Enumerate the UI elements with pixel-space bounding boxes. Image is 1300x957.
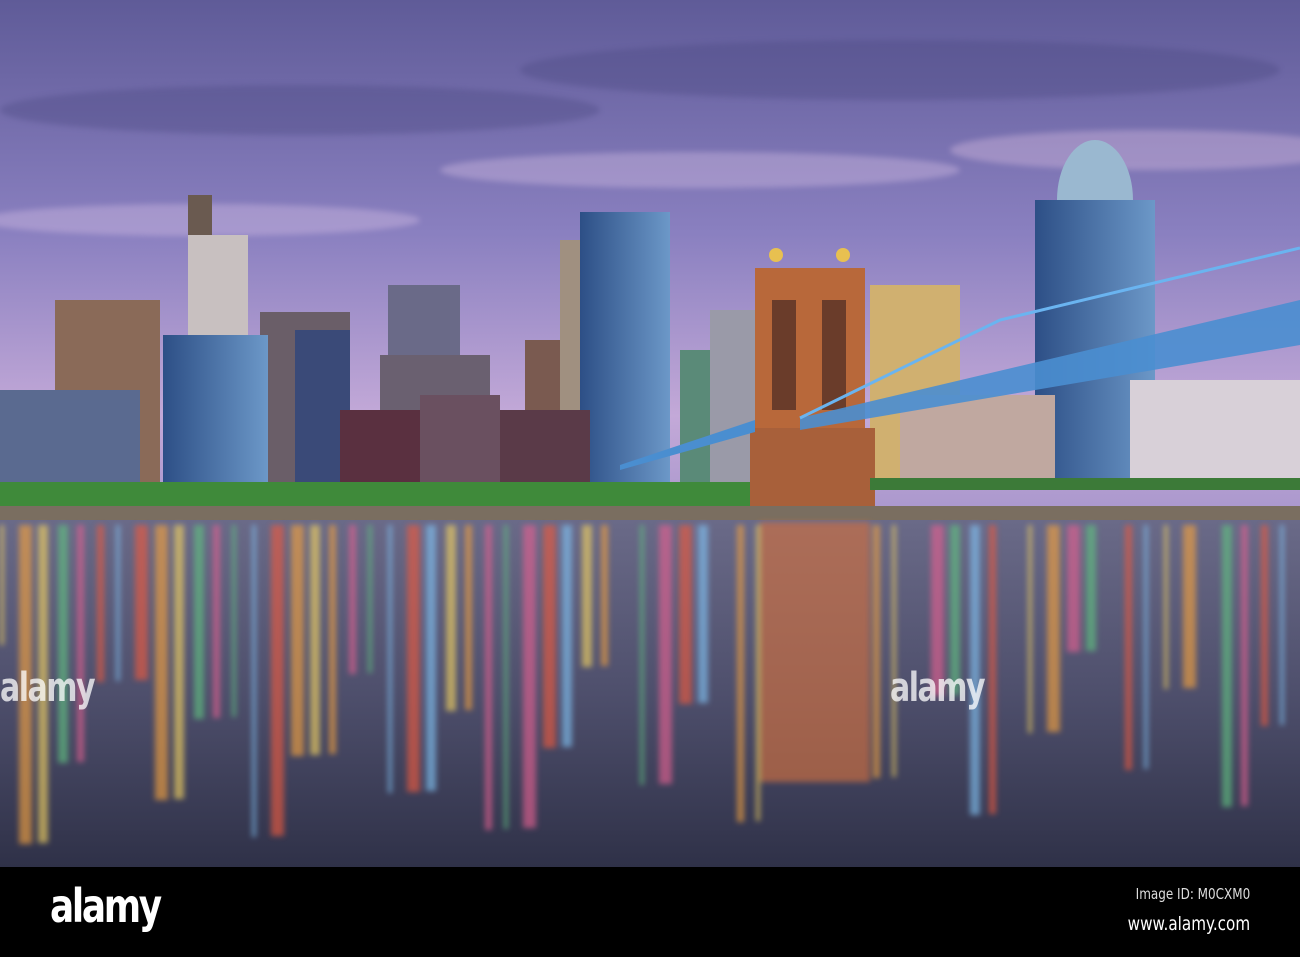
light-reflection <box>1028 525 1032 733</box>
light-reflection <box>446 525 456 711</box>
light-reflection <box>213 525 220 718</box>
light-reflection <box>698 525 708 703</box>
light-reflection <box>194 525 204 719</box>
light-reflection <box>291 525 304 756</box>
tower-reflection <box>760 522 870 782</box>
building <box>340 410 420 490</box>
riverbank <box>0 506 1300 520</box>
light-reflection <box>582 525 592 667</box>
building <box>163 335 268 490</box>
light-reflection <box>892 525 896 777</box>
light-reflection <box>679 525 692 704</box>
light-reflection <box>77 525 84 762</box>
light-reflection <box>1183 525 1196 688</box>
building <box>1130 380 1300 490</box>
light-reflection <box>155 525 168 800</box>
light-reflection <box>1067 525 1080 652</box>
light-reflection <box>135 525 148 680</box>
light-reflection <box>349 525 356 674</box>
light-reflection <box>465 525 472 710</box>
stock-photo: alamy alamy alamy Image ID: M0CXM0 www.a… <box>0 0 1300 957</box>
light-reflection <box>368 525 372 673</box>
footer-bar: alamy Image ID: M0CXM0 www.alamy.com <box>0 867 1300 957</box>
light-reflection <box>252 525 256 837</box>
image-id: Image ID: M0CXM0 <box>1135 885 1250 903</box>
light-reflection <box>1222 525 1232 807</box>
light-reflection <box>271 525 284 836</box>
light-reflection <box>1144 525 1148 769</box>
light-reflection <box>1086 525 1096 651</box>
light-reflection <box>640 525 644 785</box>
watermark: alamy <box>890 665 986 711</box>
light-reflection <box>1261 525 1268 726</box>
light-reflection <box>1047 525 1060 732</box>
grass <box>0 482 750 510</box>
light-reflection <box>1125 525 1132 770</box>
skyline-photo <box>0 0 1300 867</box>
light-reflection <box>232 525 236 717</box>
light-reflection <box>485 525 492 830</box>
light-reflection <box>1241 525 1248 806</box>
light-reflection <box>989 525 996 814</box>
light-reflection <box>523 525 536 828</box>
light-reflection <box>543 525 556 748</box>
light-reflection <box>504 525 508 829</box>
building <box>580 212 670 490</box>
light-reflection <box>1164 525 1168 689</box>
light-reflection <box>97 525 104 682</box>
light-reflection <box>329 525 336 754</box>
building <box>420 395 500 490</box>
light-reflection <box>116 525 120 681</box>
light-reflection <box>737 525 744 822</box>
light-reflection <box>426 525 436 791</box>
light-reflection <box>58 525 68 763</box>
light-reflection <box>756 525 760 821</box>
alamy-logo[interactable]: alamy <box>50 879 162 933</box>
building <box>0 390 140 490</box>
light-reflection <box>0 525 4 645</box>
building <box>500 410 590 490</box>
light-reflection <box>310 525 320 755</box>
light-reflection <box>407 525 420 792</box>
building <box>900 395 1055 490</box>
light-reflection <box>1280 525 1284 725</box>
light-reflection <box>562 525 572 747</box>
light-reflection <box>601 525 608 666</box>
light-reflection <box>388 525 392 793</box>
website-link[interactable]: www.alamy.com <box>1127 913 1250 935</box>
light-reflection <box>873 525 880 778</box>
light-reflection <box>659 525 672 784</box>
light-reflection <box>174 525 184 799</box>
watermark: alamy <box>0 665 96 711</box>
